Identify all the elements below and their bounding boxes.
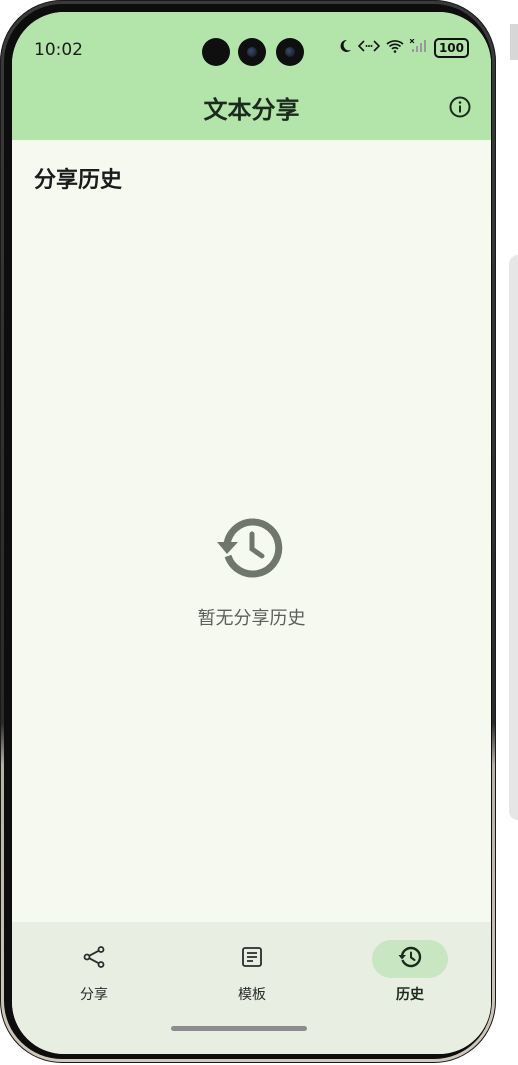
nav-icon-container-active [372, 940, 448, 978]
wifi-icon [386, 39, 404, 57]
home-indicator[interactable] [171, 1026, 307, 1031]
nav-icon-container [56, 940, 132, 978]
edge-window-top [510, 24, 518, 60]
signal-icon [409, 38, 428, 57]
screenshot-stage: 10:02 100 文本分享 分享历史 暂无分享历史 分享 模板 历史 [0, 0, 518, 1065]
bottom-navigation: 分享 模板 历史 [12, 922, 491, 1054]
app-screen: 10:02 100 文本分享 分享历史 暂无分享历史 分享 模板 历史 [12, 12, 491, 1054]
nav-label: 模板 [238, 987, 266, 1003]
nav-label: 历史 [396, 987, 424, 1003]
page-title: 文本分享 [203, 96, 300, 124]
status-icons: 100 [338, 38, 469, 58]
template-icon [240, 945, 264, 973]
moon-icon [338, 39, 352, 57]
data-transfer-icon [357, 39, 381, 57]
empty-state-text: 暂无分享历史 [197, 608, 306, 629]
camera-cutout-center [238, 38, 266, 66]
phone-frame: 10:02 100 文本分享 分享历史 暂无分享历史 分享 模板 历史 [0, 0, 496, 1063]
info-button[interactable] [449, 96, 471, 118]
nav-item-template[interactable]: 模板 [204, 940, 300, 1010]
status-time: 10:02 [34, 40, 83, 60]
nav-item-history[interactable]: 历史 [362, 940, 458, 1010]
phone-bezel: 10:02 100 文本分享 分享历史 暂无分享历史 分享 模板 历史 [4, 4, 492, 1059]
edge-window-side [509, 255, 518, 820]
share-icon [82, 945, 106, 973]
nav-label: 分享 [80, 987, 108, 1003]
nav-item-share[interactable]: 分享 [46, 940, 142, 1010]
history-icon [397, 944, 423, 974]
camera-cutout-right [276, 38, 304, 66]
battery-icon: 100 [433, 38, 469, 58]
top-app-bar: 10:02 100 文本分享 [12, 12, 491, 140]
section-title: 分享历史 [34, 168, 123, 193]
nav-icon-container [214, 940, 290, 978]
info-icon [449, 96, 471, 122]
history-icon [214, 512, 286, 584]
camera-cutout-left [202, 38, 230, 66]
